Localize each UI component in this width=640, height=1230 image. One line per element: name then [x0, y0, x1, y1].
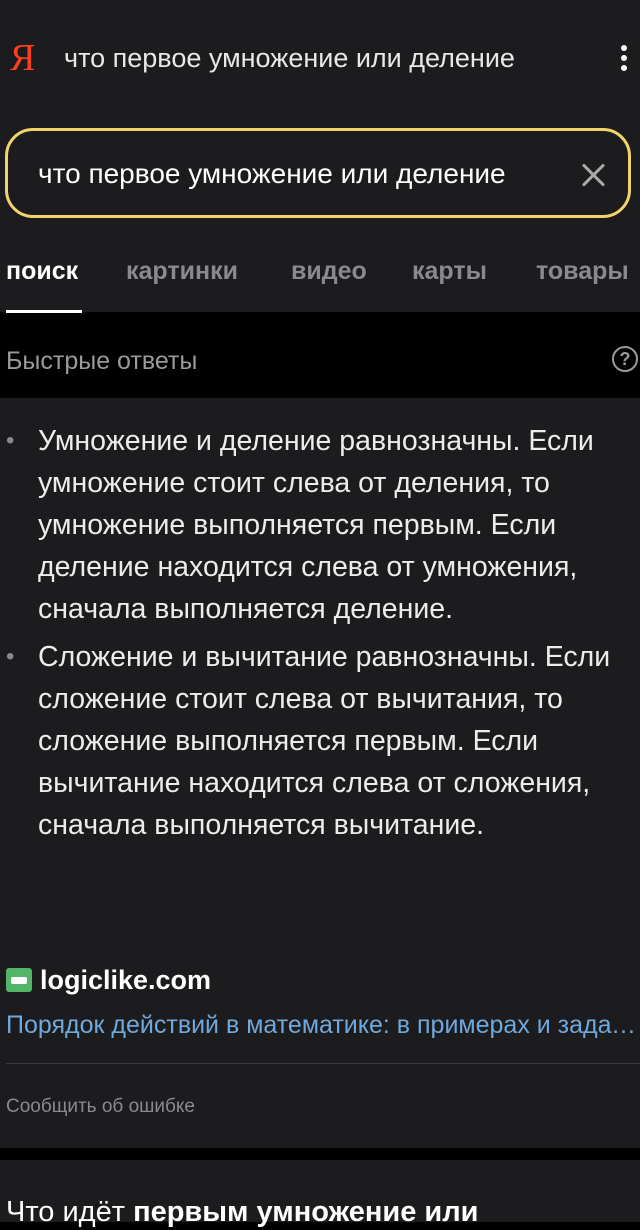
tab-images[interactable]: картинки	[126, 256, 238, 286]
answer-item: • Умножение и деление равнозначны. Если …	[0, 420, 638, 630]
tab-goods[interactable]: товары	[536, 256, 629, 286]
tab-search[interactable]: поиск	[6, 256, 78, 286]
answer-text: Сложение и вычитание равнозначны. Если с…	[38, 641, 611, 841]
logiclike-favicon-icon	[6, 968, 32, 992]
quick-answer-card: • Умножение и деление равнозначны. Если …	[0, 398, 640, 1148]
top-bar: Я что первое умножение или деление	[0, 0, 640, 112]
clear-icon[interactable]	[580, 162, 606, 188]
help-icon[interactable]: ?	[612, 346, 638, 372]
source-link[interactable]: Порядок действий в математике: в примера…	[6, 1010, 638, 1040]
result-title-plain: Что идёт	[6, 1196, 134, 1228]
divider	[6, 1063, 640, 1064]
yandex-logo[interactable]: Я	[10, 38, 40, 78]
quick-answers-title: Быстрые ответы	[6, 347, 198, 375]
search-tabs: поиск картинки видео карты товары	[0, 240, 640, 313]
result-card[interactable]: Что идёт первым умножение или	[0, 1160, 640, 1228]
tab-maps[interactable]: карты	[412, 256, 487, 286]
bullet-icon: •	[6, 427, 15, 454]
tab-video[interactable]: видео	[291, 256, 367, 286]
active-tab-indicator	[6, 310, 82, 313]
report-error-link[interactable]: Сообщить об ошибке	[6, 1095, 195, 1119]
bullet-icon: •	[6, 643, 15, 670]
result-title-bold: первым умножение или	[133, 1196, 479, 1228]
query-title[interactable]: что первое умножение или деление	[64, 42, 515, 74]
answer-item: • Сложение и вычитание равнозначны. Если…	[0, 636, 638, 846]
search-box[interactable]: что первое умножение или деление	[5, 128, 631, 218]
answer-text: Умножение и деление равнозначны. Если ум…	[38, 425, 594, 625]
search-input[interactable]: что первое умножение или деление	[38, 157, 538, 191]
more-menu-icon[interactable]	[614, 42, 634, 74]
result-title[interactable]: Что идёт первым умножение или	[6, 1194, 479, 1230]
source-name[interactable]: logiclike.com	[40, 964, 211, 996]
answer-list: • Умножение и деление равнозначны. Если …	[0, 420, 640, 852]
